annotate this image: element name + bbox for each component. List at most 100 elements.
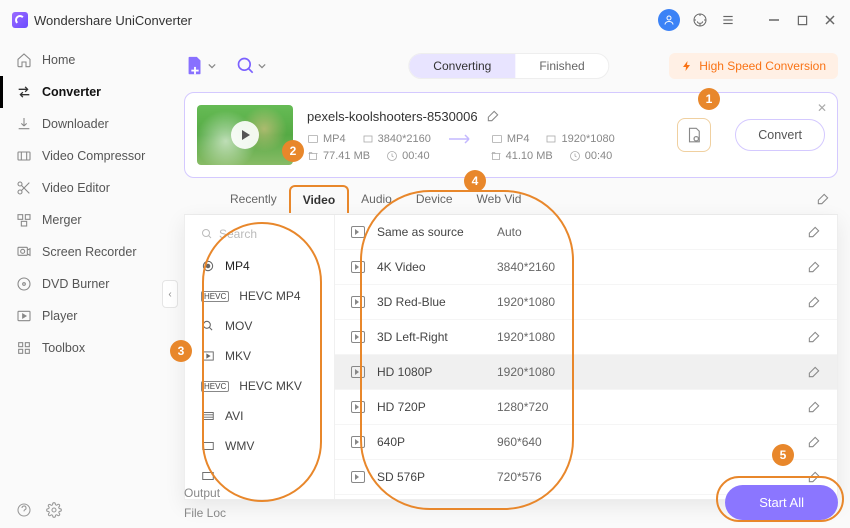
subtab-audio[interactable]: Audio — [349, 184, 404, 214]
download-icon — [16, 116, 32, 132]
card-close-button[interactable]: ✕ — [817, 101, 827, 115]
player-icon — [16, 308, 32, 324]
high-speed-label: High Speed Conversion — [699, 59, 826, 73]
high-speed-badge[interactable]: High Speed Conversion — [669, 53, 838, 79]
format-hevcmp4[interactable]: HEVCHEVC MP4 — [185, 281, 334, 311]
sidebar: Home Converter Downloader Video Compress… — [0, 40, 168, 528]
preset-row[interactable]: 640P960*640 — [335, 425, 837, 460]
preset-icon — [351, 261, 365, 273]
format-mov[interactable]: MOV — [185, 311, 334, 341]
format-mkv[interactable]: MKV — [185, 341, 334, 371]
bottom-bar: Output File Loc Start All — [184, 485, 838, 520]
subtab-edit-icon[interactable] — [816, 192, 838, 206]
dst-duration: 00:40 — [585, 150, 613, 162]
preset-icon — [351, 366, 365, 378]
subtab-video[interactable]: Video — [289, 185, 349, 213]
dst-container: MP4 — [507, 133, 530, 145]
preset-edit-icon[interactable] — [807, 295, 821, 309]
minimize-button[interactable] — [766, 12, 782, 28]
video-thumbnail[interactable] — [197, 105, 293, 165]
subtab-device[interactable]: Device — [404, 184, 465, 214]
tab-finished[interactable]: Finished — [515, 54, 608, 78]
sidebar-item-converter[interactable]: Converter — [0, 76, 168, 108]
support-icon[interactable] — [692, 12, 708, 28]
preset-row[interactable]: 3D Left-Right1920*1080 — [335, 320, 837, 355]
titlebar: Wondershare UniConverter — [0, 0, 850, 40]
sidebar-item-label: Merger — [42, 213, 82, 227]
sidebar-item-label: Screen Recorder — [42, 245, 137, 259]
app-logo-icon — [12, 12, 28, 28]
sidebar-item-label: Video Compressor — [42, 149, 145, 163]
record-icon — [16, 244, 32, 260]
format-hevcmkv[interactable]: HEVCHEVC MKV — [185, 371, 334, 401]
sidebar-item-home[interactable]: Home — [0, 44, 168, 76]
start-all-button[interactable]: Start All — [725, 485, 838, 520]
grid-icon — [16, 340, 32, 356]
src-resolution: 3840*2160 — [378, 133, 431, 145]
edit-name-icon[interactable] — [486, 109, 500, 123]
subtab-recently[interactable]: Recently — [218, 184, 289, 214]
format-list: Search MP4 HEVCHEVC MP4 MOV MKV HEVCHEVC… — [185, 215, 335, 499]
preset-row[interactable]: 4K Video3840*2160 — [335, 250, 837, 285]
preset-icon — [351, 436, 365, 448]
sidebar-item-dvd[interactable]: DVD Burner — [0, 268, 168, 300]
menu-icon[interactable] — [720, 12, 736, 28]
convert-button[interactable]: Convert — [735, 119, 825, 151]
sidebar-item-downloader[interactable]: Downloader — [0, 108, 168, 140]
preset-edit-icon[interactable] — [807, 470, 821, 484]
preset-row[interactable]: 3D Red-Blue1920*1080 — [335, 285, 837, 320]
preset-list: Same as sourceAuto 4K Video3840*2160 3D … — [335, 215, 837, 499]
sidebar-item-player[interactable]: Player — [0, 300, 168, 332]
sidebar-item-label: Converter — [42, 85, 101, 99]
preset-edit-icon[interactable] — [807, 260, 821, 274]
sidebar-item-label: Player — [42, 309, 77, 323]
format-wmv[interactable]: WMV — [185, 431, 334, 461]
preset-row[interactable]: HD 720P1280*720 — [335, 390, 837, 425]
src-size: 77.41 MB — [323, 150, 370, 162]
format-panel: Search MP4 HEVCHEVC MP4 MOV MKV HEVCHEVC… — [184, 215, 838, 500]
main-panel: Converting Finished High Speed Conversio… — [168, 40, 850, 528]
arrow-icon — [447, 132, 475, 146]
sidebar-item-compressor[interactable]: Video Compressor — [0, 140, 168, 172]
preset-icon — [351, 296, 365, 308]
sidebar-item-label: Toolbox — [42, 341, 85, 355]
hevc-badge-icon: HEVC — [201, 291, 229, 302]
format-subtabs: Recently Video Audio Device Web Vid — [184, 184, 838, 215]
callout-2: 2 — [282, 140, 304, 162]
preset-icon — [351, 401, 365, 413]
format-avi[interactable]: AVI — [185, 401, 334, 431]
preset-icon — [351, 471, 365, 483]
search-placeholder: Search — [219, 227, 257, 241]
sidebar-item-toolbox[interactable]: Toolbox — [0, 332, 168, 364]
compress-icon — [16, 148, 32, 164]
help-icon[interactable] — [16, 502, 32, 518]
preset-row[interactable]: HD 1080P1920*1080 — [335, 355, 837, 390]
sidebar-item-label: Downloader — [42, 117, 109, 131]
close-button[interactable] — [822, 12, 838, 28]
settings-bottom-icon[interactable] — [46, 502, 62, 518]
preset-edit-icon[interactable] — [807, 330, 821, 344]
preset-row[interactable]: Same as sourceAuto — [335, 215, 837, 250]
preset-edit-icon[interactable] — [807, 435, 821, 449]
add-url-button[interactable] — [236, 56, 266, 76]
format-mp4[interactable]: MP4 — [185, 251, 334, 281]
account-avatar-icon[interactable] — [658, 9, 680, 31]
sidebar-item-editor[interactable]: Video Editor — [0, 172, 168, 204]
output-settings-button[interactable] — [677, 118, 711, 152]
preset-edit-icon[interactable] — [807, 225, 821, 239]
app-title: Wondershare UniConverter — [12, 12, 192, 28]
src-duration: 00:40 — [402, 150, 430, 162]
maximize-button[interactable] — [794, 12, 810, 28]
sidebar-item-recorder[interactable]: Screen Recorder — [0, 236, 168, 268]
preset-icon — [351, 331, 365, 343]
preset-edit-icon[interactable] — [807, 400, 821, 414]
add-file-button[interactable] — [184, 55, 216, 77]
callout-3: 3 — [170, 340, 192, 362]
tab-converting[interactable]: Converting — [409, 54, 515, 78]
preset-edit-icon[interactable] — [807, 365, 821, 379]
sidebar-item-label: DVD Burner — [42, 277, 109, 291]
bolt-icon — [681, 60, 693, 72]
preset-icon — [351, 226, 365, 238]
format-search[interactable]: Search — [195, 223, 324, 245]
sidebar-item-merger[interactable]: Merger — [0, 204, 168, 236]
